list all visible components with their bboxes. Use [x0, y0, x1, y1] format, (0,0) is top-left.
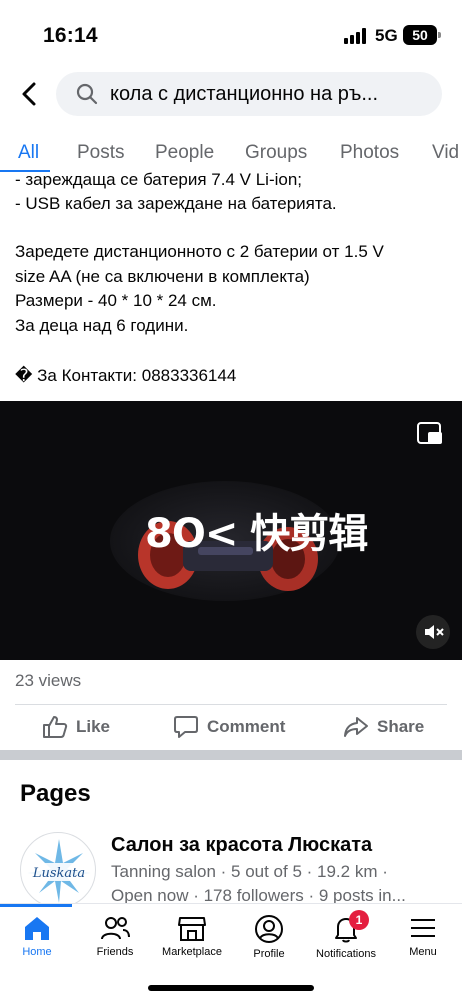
post-line: - USB кабел за зареждане на батерията.	[15, 194, 337, 213]
comment-icon	[174, 716, 198, 738]
picture-in-picture-button[interactable]	[416, 421, 444, 447]
nav-profile-label: Profile	[253, 948, 285, 960]
status-bar: 16:14 5G 50	[0, 0, 462, 62]
nav-notifications[interactable]: 1 Notifications	[307, 910, 385, 960]
search-header: кола с дистанционно на ръ...	[0, 70, 462, 120]
page-logo[interactable]: Luskata	[20, 832, 96, 908]
chevron-left-icon	[22, 82, 36, 106]
marketplace-icon	[178, 917, 206, 941]
divider	[15, 704, 447, 705]
page-name-link[interactable]: Салон за красота Люската	[111, 834, 372, 857]
post-text: - зареждаща се батерия 7.4 V Li-ion; - U…	[0, 172, 462, 400]
nav-profile[interactable]: Profile	[230, 914, 308, 960]
mute-button[interactable]	[416, 615, 450, 649]
profile-icon	[255, 915, 283, 943]
post-line: Размери - 40 * 10 * 24 см.	[15, 291, 217, 310]
back-button[interactable]	[18, 81, 42, 107]
status-time: 16:14	[43, 24, 98, 47]
page-meta: Tanning salon · 5 out of 5 · 19.2 km ·	[111, 862, 388, 881]
like-label: Like	[76, 717, 111, 736]
post-actions: Like Comment Share	[0, 706, 462, 748]
thumbs-up-icon	[43, 716, 68, 738]
nav-notifications-label: Notifications	[316, 948, 376, 960]
like-button[interactable]: Like	[42, 714, 110, 740]
post-line: size AA (не са включени в комплекта)	[15, 267, 310, 286]
video-player[interactable]: 8O< 快剪辑	[0, 401, 462, 660]
share-button[interactable]: Share	[343, 714, 424, 740]
network-type: 5G	[375, 26, 398, 45]
tab-all[interactable]: All	[18, 142, 39, 164]
comment-label: Comment	[207, 717, 286, 736]
tab-photos[interactable]: Photos	[340, 142, 399, 164]
search-input[interactable]: кола с дистанционно на ръ...	[56, 72, 442, 116]
nav-friends[interactable]: Friends	[76, 914, 154, 958]
notification-badge: 1	[349, 910, 369, 930]
post-line: Заредете дистанционното с 2 батерии от 1…	[15, 242, 384, 261]
search-query: кола с дистанционно на ръ...	[110, 83, 379, 105]
picture-in-picture-icon	[417, 422, 442, 444]
speaker-muted-icon	[425, 625, 444, 639]
nav-friends-label: Friends	[96, 946, 134, 958]
video-watermark: 8O< 快剪辑	[145, 511, 368, 557]
page-logo-text: Luskata	[32, 866, 85, 881]
home-indicator	[148, 985, 314, 991]
nav-home-label: Home	[22, 946, 52, 958]
nav-marketplace-label: Marketplace	[162, 946, 222, 958]
cellular-signal-icon	[344, 28, 368, 44]
post-line: За деца над 6 години.	[15, 316, 189, 335]
post-contact-line: � За Контакти: 0883336144	[15, 366, 237, 385]
nav-marketplace[interactable]: Marketplace	[153, 914, 231, 958]
pages-section-title: Pages	[20, 780, 91, 807]
post-line: - зареждаща се батерия 7.4 V Li-ion;	[15, 172, 303, 189]
friends-icon	[101, 917, 130, 940]
search-filter-tabs: All Posts People Groups Photos Vid	[0, 138, 462, 172]
nav-menu[interactable]: Menu	[384, 914, 462, 958]
battery-icon: 50	[403, 25, 441, 45]
tab-people[interactable]: People	[155, 142, 214, 164]
view-count: 23 views	[15, 671, 82, 690]
luskata-logo-image: Luskata	[27, 839, 91, 903]
share-icon	[344, 717, 368, 737]
active-nav-indicator	[0, 904, 72, 907]
menu-icon	[411, 919, 435, 937]
home-icon	[25, 917, 49, 940]
tab-posts[interactable]: Posts	[77, 142, 125, 164]
search-icon	[76, 83, 98, 105]
comment-button[interactable]: Comment	[173, 714, 285, 740]
share-label: Share	[377, 717, 425, 736]
tab-videos[interactable]: Vid	[432, 142, 459, 164]
section-separator	[0, 750, 462, 760]
tab-groups[interactable]: Groups	[245, 142, 307, 164]
nav-menu-label: Menu	[409, 946, 437, 958]
nav-home[interactable]: Home	[0, 914, 76, 958]
